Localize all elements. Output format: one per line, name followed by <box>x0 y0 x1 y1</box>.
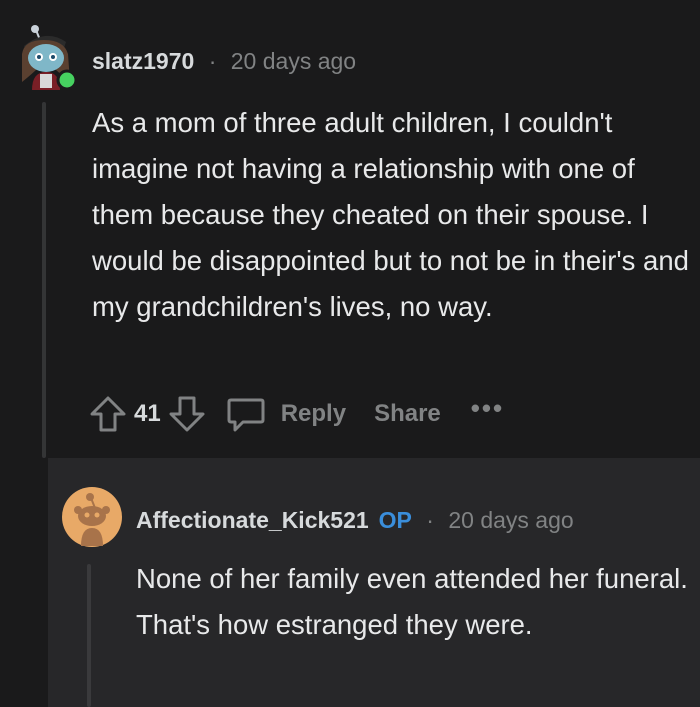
meta-separator: · <box>426 507 434 533</box>
reply-thread-line[interactable] <box>87 564 91 707</box>
share-button[interactable]: Share <box>374 400 441 428</box>
reply-comment: Affectionate_Kick521 OP · 20 days ago Non… <box>48 458 700 707</box>
comment-actions: 41 Reply Share ••• <box>88 392 504 436</box>
thread-line[interactable] <box>42 102 46 458</box>
reply-text: None of her family even attended her fun… <box>136 563 688 640</box>
comment-timestamp[interactable]: 20 days ago <box>231 48 356 74</box>
reply-button[interactable]: Reply <box>225 394 346 434</box>
reply-body: None of her family even attended her fun… <box>136 556 696 648</box>
reply-user-avatar[interactable] <box>61 486 123 548</box>
comment-meta: slatz1970 · 20 days ago <box>92 46 356 76</box>
upvote-button[interactable] <box>88 394 128 434</box>
comment-body: As a mom of three adult children, I coul… <box>92 100 692 330</box>
reply-timestamp[interactable]: 20 days ago <box>448 507 573 533</box>
reply-username[interactable]: Affectionate_Kick521 <box>136 507 369 533</box>
upvote-icon <box>90 396 126 432</box>
reply-meta: Affectionate_Kick521 OP · 20 days ago <box>136 505 574 535</box>
user-avatar[interactable] <box>14 24 78 92</box>
comment: slatz1970 · 20 days ago As a mom of thre… <box>0 0 700 458</box>
downvote-button[interactable] <box>167 394 207 434</box>
snoo-avatar-icon <box>62 487 122 547</box>
meta-separator: · <box>208 48 217 74</box>
more-options-icon[interactable]: ••• <box>471 393 504 424</box>
reply-label: Reply <box>280 400 347 427</box>
online-status-icon <box>56 69 78 91</box>
op-badge: OP <box>378 507 412 533</box>
reply-bubble-icon <box>227 398 265 432</box>
vote-count: 41 <box>134 400 161 427</box>
downvote-icon <box>169 396 205 432</box>
comment-text: As a mom of three adult children, I coul… <box>92 107 689 322</box>
comment-username[interactable]: slatz1970 <box>92 48 194 74</box>
